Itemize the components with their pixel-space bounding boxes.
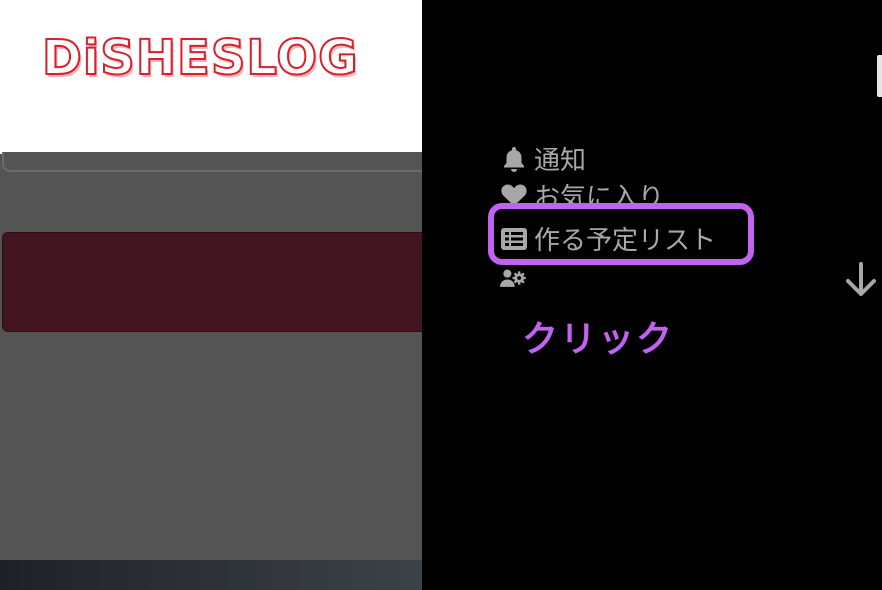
search-input[interactable] [2, 152, 422, 172]
highlight-box [488, 203, 754, 265]
site-header: DiSHESLOG [0, 0, 422, 154]
click-annotation: クリック [522, 319, 675, 360]
menu-item-account-settings[interactable] [500, 264, 534, 292]
menu-item-notifications[interactable]: 通知 [500, 140, 586, 177]
primary-action-button[interactable] [2, 232, 422, 332]
user-settings-icon [500, 264, 528, 292]
main-page: DiSHESLOG [0, 0, 422, 590]
side-drawer: 通知 お気に入り 作る予定リスト クリック [422, 0, 882, 590]
bell-icon [500, 145, 528, 173]
image-strip [0, 560, 422, 590]
site-logo[interactable]: DiSHESLOG [41, 29, 358, 87]
arrow-down-icon[interactable] [844, 262, 878, 298]
menu-item-label: 通知 [534, 146, 587, 176]
close-icon[interactable] [877, 55, 882, 97]
